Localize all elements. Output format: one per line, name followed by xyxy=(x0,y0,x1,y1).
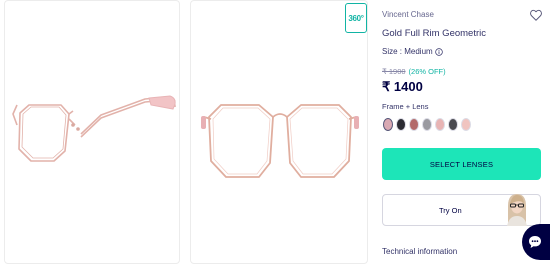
size-label: Size : Medium xyxy=(382,47,433,56)
chat-bubble-icon xyxy=(529,236,541,248)
wishlist-heart-icon[interactable] xyxy=(529,8,543,22)
brand-name: Vincent Chase xyxy=(382,10,434,19)
selling-price: ₹ 1400 xyxy=(382,79,423,94)
color-swatch[interactable] xyxy=(461,118,471,131)
mrp-price: ₹ 1900 xyxy=(382,67,406,76)
price-row: ₹ 1900 (26% OFF) xyxy=(382,67,446,76)
color-swatch[interactable] xyxy=(435,118,445,131)
info-icon[interactable] xyxy=(434,47,443,56)
product-image-front-view[interactable] xyxy=(190,0,368,264)
glasses-front-image xyxy=(201,104,359,178)
chat-button[interactable] xyxy=(522,224,550,260)
color-swatch[interactable] xyxy=(383,118,393,131)
color-swatch[interactable] xyxy=(422,118,432,131)
technical-information-link[interactable]: Technical information xyxy=(382,247,457,256)
product-image-side-view[interactable] xyxy=(4,0,180,264)
select-lenses-button[interactable]: SELECT LENSES xyxy=(382,148,541,180)
glasses-side-image xyxy=(12,95,176,162)
view-360-label: 360° xyxy=(348,13,364,23)
select-lenses-label: SELECT LENSES xyxy=(429,159,494,169)
color-swatch[interactable] xyxy=(448,118,458,131)
try-on-button[interactable]: Try On xyxy=(382,194,541,226)
frame-lens-label: Frame + Lens xyxy=(382,102,429,111)
product-title: Gold Full Rim Geometric xyxy=(382,28,486,39)
color-swatch[interactable] xyxy=(396,118,406,131)
discount-badge: (26% OFF) xyxy=(408,67,446,76)
view-360-button[interactable]: 360° xyxy=(345,3,367,33)
color-swatch[interactable] xyxy=(409,118,419,131)
try-on-avatar-icon xyxy=(507,194,527,226)
size-row: Size : Medium xyxy=(382,47,443,56)
color-swatches xyxy=(383,118,471,131)
try-on-label: Try On xyxy=(439,206,462,215)
